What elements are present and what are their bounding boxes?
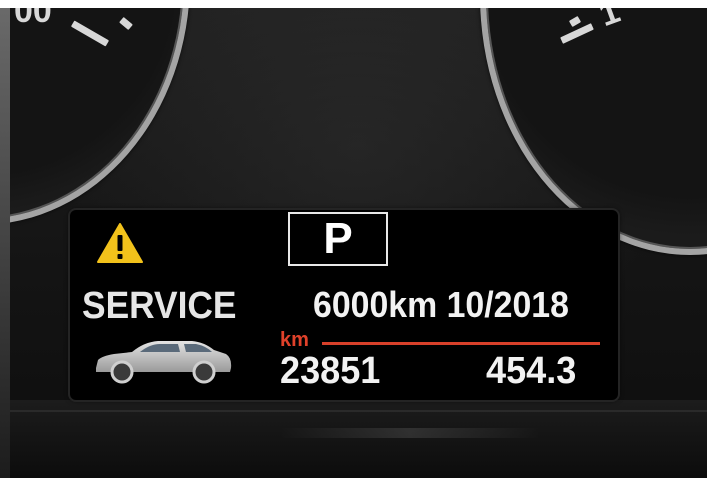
unit-label: km (280, 329, 309, 351)
left-edge-strip (0, 0, 10, 490)
frame-bottom (0, 478, 715, 490)
warning-triangle-icon (97, 223, 143, 263)
glass-reflection (280, 428, 540, 438)
instrument-cluster-photo: 00 1 P SERVICE 6000km 10/2018 km 23851 4… (0, 0, 715, 490)
unit-divider-line (322, 342, 600, 345)
odometer-value: 23851 (280, 350, 381, 392)
trip-value: 454.3 (486, 350, 577, 392)
gear-indicator: P (288, 212, 388, 266)
lower-dash-edge (10, 410, 707, 412)
car-silhouette-icon (96, 341, 232, 384)
service-due-text: 6000km 10/2018 (313, 284, 569, 325)
frame-top (0, 0, 715, 8)
service-label: SERVICE (82, 285, 237, 327)
frame-right (707, 0, 715, 490)
